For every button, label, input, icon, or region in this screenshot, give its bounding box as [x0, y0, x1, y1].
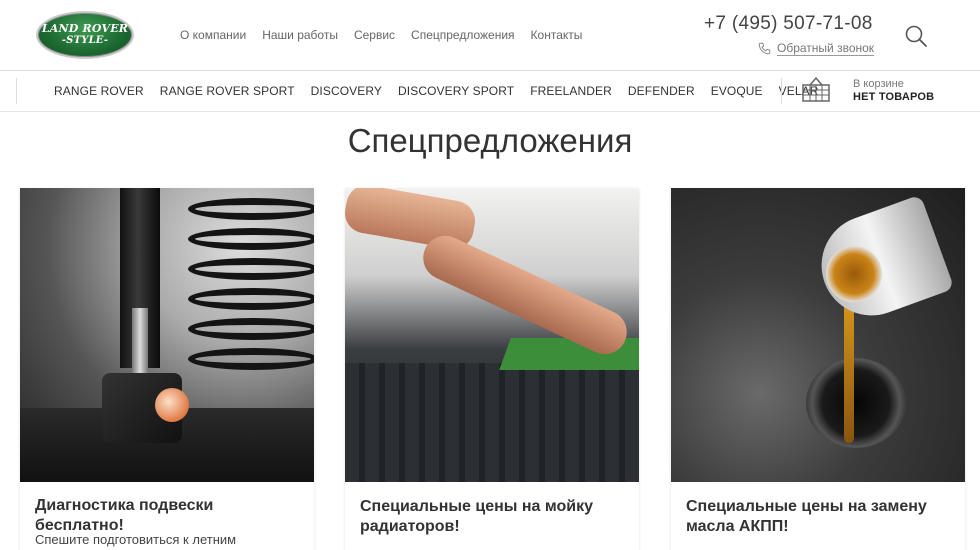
- photo-detail: [844, 293, 854, 443]
- model-link-discovery[interactable]: DISCOVERY: [311, 84, 382, 98]
- callback-link[interactable]: Обратный звонок: [758, 41, 875, 56]
- cart-status[interactable]: НЕТ ТОВАРОВ: [853, 91, 934, 103]
- photo-detail: [188, 258, 314, 280]
- photo-detail: [188, 288, 314, 310]
- photo-detail: [155, 388, 189, 422]
- oil-photo[interactable]: [671, 188, 965, 482]
- model-link-range-rover-sport[interactable]: RANGE ROVER SPORT: [160, 84, 295, 98]
- model-nav-bar: RANGE ROVER RANGE ROVER SPORT DISCOVERY …: [0, 71, 980, 112]
- nav-link-offers[interactable]: Спецпредложения: [411, 28, 515, 42]
- photo-detail: [345, 363, 639, 482]
- offer-title[interactable]: Специальные цены на мойку радиаторов!: [360, 497, 628, 537]
- offer-card-oil[interactable]: Специальные цены на замену масла АКПП!: [671, 188, 965, 550]
- divider: [16, 78, 17, 104]
- nav-link-about[interactable]: О компании: [180, 28, 246, 42]
- model-link-evoque[interactable]: EVOQUE: [711, 84, 763, 98]
- nav-link-contacts[interactable]: Контакты: [531, 28, 583, 42]
- radiator-photo[interactable]: [345, 188, 639, 482]
- suspension-photo[interactable]: [20, 188, 314, 482]
- photo-detail: [188, 198, 314, 220]
- photo-detail: [188, 348, 314, 370]
- top-nav: О компании Наши работы Сервис Спецпредло…: [180, 28, 582, 42]
- basket-icon[interactable]: [801, 76, 831, 104]
- phone-number[interactable]: +7 (495) 507-71-08: [704, 13, 873, 35]
- cart-label: В корзине: [853, 78, 904, 90]
- offer-title[interactable]: Специальные цены на замену масла АКПП!: [686, 497, 954, 537]
- photo-detail: [806, 358, 906, 448]
- top-header: LAND ROVER -STYLE- О компании Наши работ…: [0, 0, 980, 71]
- offer-card-radiator[interactable]: Специальные цены на мойку радиаторов!: [345, 188, 639, 550]
- callback-label: Обратный звонок: [777, 41, 875, 56]
- page-title: Спецпредложения: [347, 122, 633, 159]
- model-link-defender[interactable]: DEFENDER: [628, 84, 695, 98]
- model-link-range-rover[interactable]: RANGE ROVER: [54, 84, 144, 98]
- photo-detail: [188, 318, 314, 340]
- offer-text: Спешите подготовиться к летним: [35, 532, 237, 547]
- logo-line1: LAND ROVER: [41, 22, 129, 35]
- photo-detail: [188, 228, 314, 250]
- logo[interactable]: LAND ROVER -STYLE-: [36, 11, 134, 59]
- offer-title[interactable]: Диагностика подвески бесплатно!: [35, 496, 303, 536]
- model-link-freelander[interactable]: FREELANDER: [530, 84, 612, 98]
- nav-link-works[interactable]: Наши работы: [262, 28, 338, 42]
- model-nav: RANGE ROVER RANGE ROVER SPORT DISCOVERY …: [54, 84, 819, 98]
- logo-line2: -STYLE-: [61, 35, 109, 46]
- phone-icon: [758, 42, 771, 55]
- nav-link-service[interactable]: Сервис: [354, 28, 395, 42]
- divider: [781, 78, 782, 104]
- model-link-discovery-sport[interactable]: DISCOVERY SPORT: [398, 84, 514, 98]
- offer-card-suspension[interactable]: Диагностика подвески бесплатно! Спешите …: [20, 188, 314, 550]
- search-icon[interactable]: [904, 24, 928, 48]
